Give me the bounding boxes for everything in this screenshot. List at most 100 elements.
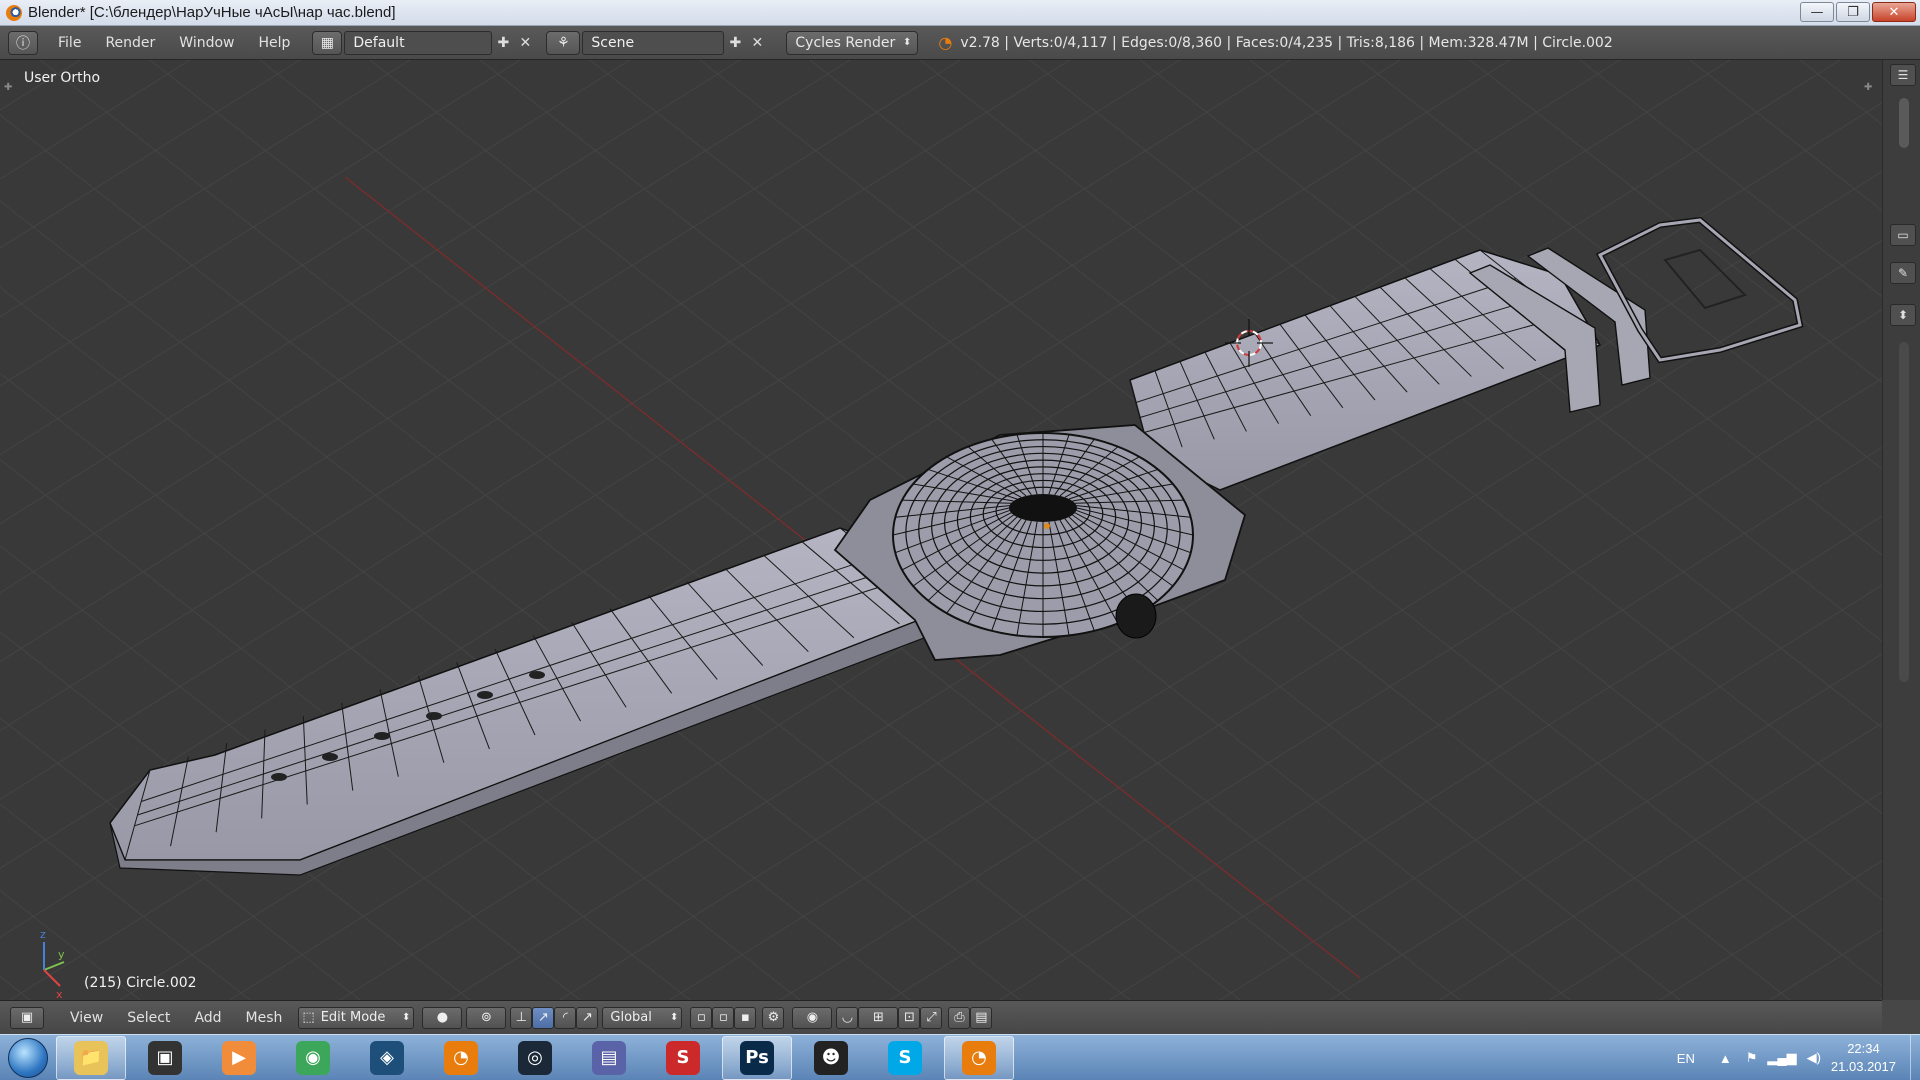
taskbar-app-steam[interactable]: ◎ [500, 1036, 570, 1080]
menu-window[interactable]: Window [167, 35, 246, 51]
menu-select[interactable]: Select [115, 1010, 182, 1026]
pin-icon[interactable]: ✎ [1890, 262, 1916, 284]
steam-icon: ◎ [518, 1040, 552, 1075]
explorer-icon: 📁 [74, 1040, 108, 1075]
menu-view[interactable]: View [58, 1010, 115, 1026]
maximize-button[interactable]: ❐ [1836, 2, 1870, 22]
system-tray: EN ▲ ⚑ ▂▄▆ ◀) 22:34 21.03.2017 [1677, 1035, 1920, 1080]
snap-increment-icon: ⊞ [872, 1010, 884, 1025]
menu-mesh[interactable]: Mesh [234, 1010, 295, 1026]
vertex-select-icon: ▫ [697, 1010, 706, 1025]
chevron-updown-icon: ⬍ [670, 1012, 679, 1023]
face-select-icon: ▪ [741, 1010, 750, 1025]
network-icon[interactable]: ▂▄▆ [1767, 1050, 1796, 1066]
taskbar-app-app-8[interactable]: ▤ [574, 1036, 644, 1080]
show-desktop-button[interactable] [1910, 1035, 1920, 1080]
proportional-editing-dropdown[interactable]: ◉ [792, 1006, 833, 1029]
chrome-icon: ◉ [296, 1040, 330, 1075]
scene-field[interactable]: Scene [582, 30, 725, 55]
volume-icon[interactable]: ◀) [1807, 1050, 1821, 1066]
snap-target-button[interactable]: ⊡ [898, 1006, 921, 1029]
scale-manipulator[interactable]: ↗ [576, 1006, 599, 1029]
language-indicator[interactable]: EN [1677, 1051, 1695, 1066]
taskbar-app-blender-1[interactable]: ◔ [426, 1036, 496, 1080]
taskbar-app-photoshop[interactable]: Ps [722, 1035, 792, 1080]
render-still-button[interactable]: ⎙ [948, 1006, 971, 1029]
vertex-select-button[interactable]: ▫ [690, 1006, 713, 1029]
snap-align-button[interactable]: ⤢ [920, 1006, 943, 1029]
taskbar-app-app-5[interactable]: ◈ [352, 1036, 422, 1080]
taskbar-app-explorer[interactable]: 📁 [56, 1035, 126, 1080]
viewport-shading-dropdown[interactable]: ● [422, 1006, 463, 1029]
rotate-manipulator[interactable]: ◜ [554, 1006, 577, 1029]
taskbar-app-media[interactable]: ▶ [204, 1036, 274, 1080]
skype-icon: S [888, 1040, 922, 1075]
show-hidden-icons-icon[interactable]: ▲ [1719, 1051, 1732, 1066]
minimize-button[interactable]: — [1800, 2, 1834, 22]
scale-icon: ↗ [581, 1010, 593, 1025]
action-center-icon[interactable]: ⚑ [1746, 1050, 1758, 1066]
menu-render[interactable]: Render [93, 35, 167, 51]
render-engine-dropdown[interactable]: Cycles Render ⬍ [786, 30, 919, 55]
outliner-scrollbar[interactable] [1899, 98, 1909, 148]
clock-date: 21.03.2017 [1830, 1059, 1896, 1074]
snap-element-dropdown[interactable]: ⊞ [858, 1006, 899, 1029]
photoshop-icon: Ps [740, 1040, 774, 1075]
taskbar-app-app-2[interactable]: ▣ [130, 1036, 200, 1080]
remove-scene-icon[interactable]: ✕ [746, 32, 768, 54]
translate-manipulator[interactable]: ↗ [532, 1006, 555, 1029]
snap-toggle[interactable]: ◡ [836, 1006, 859, 1029]
transform-orientation-dropdown[interactable]: Global ⬍ [602, 1006, 683, 1029]
view-name-label: User Ortho [24, 70, 101, 86]
scroll-arrows-icon[interactable]: ⬍ [1890, 304, 1916, 326]
taskbar-app-blender-2[interactable]: ◔ [944, 1035, 1014, 1080]
taskbar-apps: 📁 ▣ ▶ ◉ ◈ ◔ ◎ ▤ S Ps ☻ S ◔ [56, 1035, 1018, 1080]
pivot-icon: ⊚ [480, 1010, 492, 1025]
app-8-icon: ▤ [592, 1040, 626, 1075]
add-scene-icon[interactable]: ✚ [724, 32, 746, 54]
occlude-geometry-button[interactable]: ⚙ [762, 1006, 785, 1029]
app-11-icon: ☻ [814, 1040, 848, 1075]
screen-layout-field[interactable]: Default [344, 30, 493, 55]
3d-view-header: ▣ View Select Add Mesh ⬚ Edit Mode ⬍ ● ⊚… [0, 1000, 1882, 1034]
editor-type-button[interactable]: ▣ [10, 1006, 44, 1029]
start-button[interactable] [0, 1035, 56, 1080]
blender-window: Blender* [C:\блендер\НарУчНые чАсЫ\нар ч… [0, 0, 1920, 1080]
taskbar-app-skype[interactable]: S [870, 1036, 940, 1080]
snap-target-icon: ⊡ [903, 1010, 915, 1025]
info-header: ⓘ File Render Window Help ▦ Default ✚ ✕ … [0, 26, 1920, 60]
taskbar-app-chrome[interactable]: ◉ [278, 1036, 348, 1080]
taskbar-app-app-9[interactable]: S [648, 1036, 718, 1080]
menu-add[interactable]: Add [182, 1010, 233, 1026]
scene-icon-button[interactable]: ⚘ [546, 30, 581, 55]
add-layout-icon[interactable]: ✚ [492, 32, 514, 54]
menu-file[interactable]: File [46, 35, 93, 51]
edit-mode-icon: ⬚ [302, 1010, 315, 1025]
clock[interactable]: 22:34 21.03.2017 [1831, 1040, 1896, 1076]
scene-icon: ⚘ [557, 34, 570, 51]
remove-layout-icon[interactable]: ✕ [514, 32, 536, 54]
render-animation-button[interactable]: ▤ [970, 1006, 993, 1029]
watch-crown [1115, 593, 1157, 639]
close-button[interactable]: ✕ [1872, 2, 1916, 22]
window-controls: — ❐ ✕ [1800, 2, 1916, 22]
region-plus-icon-right[interactable]: ✚ [1864, 82, 1872, 93]
outliner-icon[interactable]: ☰ [1890, 64, 1916, 86]
region-plus-icon[interactable]: ✚ [4, 82, 12, 93]
edge-select-button[interactable]: ▫ [712, 1006, 735, 1029]
face-select-button[interactable]: ▪ [734, 1006, 757, 1029]
properties-icon[interactable]: ▭ [1890, 224, 1916, 246]
screen-layout-icon-button[interactable]: ▦ [312, 30, 343, 55]
pivot-point-dropdown[interactable]: ⊚ [466, 1006, 507, 1029]
clock-time: 22:34 [1847, 1041, 1880, 1056]
properties-scrollbar[interactable] [1899, 342, 1909, 682]
taskbar-app-app-11[interactable]: ☻ [796, 1036, 866, 1080]
editor-type-info-button[interactable]: ⓘ [8, 30, 38, 55]
viewport-canvas[interactable]: y z x [0, 60, 1882, 1000]
3d-viewport[interactable]: y z x User Ortho (215) Circle.002 ✚ ✚ [0, 60, 1882, 1000]
manipulator-toggle[interactable]: ⊥ [510, 1006, 533, 1029]
grid-layout-icon: ▦ [320, 34, 335, 51]
mode-dropdown[interactable]: ⬚ Edit Mode ⬍ [298, 1006, 415, 1029]
menu-help[interactable]: Help [246, 35, 302, 51]
orientation-label: Global [610, 1010, 652, 1025]
